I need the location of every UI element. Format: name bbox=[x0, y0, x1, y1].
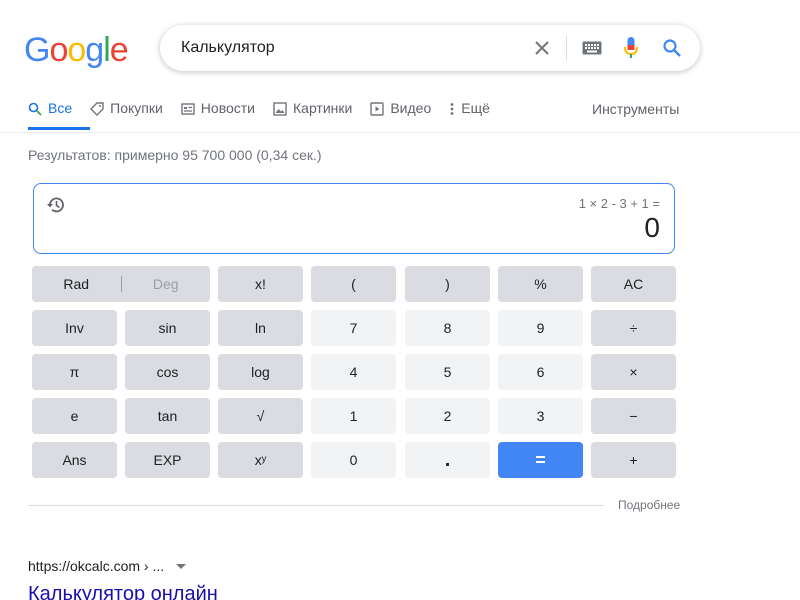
left-paren-key[interactable]: ( bbox=[311, 266, 396, 302]
deg-button[interactable]: Deg bbox=[122, 276, 211, 292]
search-tabs: Все Покупки Новости Картинки Видео Ещё bbox=[28, 100, 508, 130]
log-key[interactable]: log bbox=[218, 354, 303, 390]
decimal-key[interactable]: . bbox=[405, 442, 490, 478]
mic-icon[interactable] bbox=[620, 25, 642, 71]
more-info-link[interactable]: Подробнее bbox=[618, 498, 680, 512]
calculator-display: 1 × 2 - 3 + 1 = 0 bbox=[33, 183, 675, 254]
inv-key[interactable]: Inv bbox=[32, 310, 117, 346]
tab-images[interactable]: Картинки bbox=[273, 100, 370, 130]
digit-1-key[interactable]: 1 bbox=[311, 398, 396, 434]
tab-all[interactable]: Все bbox=[28, 100, 91, 130]
logo-letter: e bbox=[109, 31, 129, 69]
tab-video[interactable]: Видео bbox=[370, 100, 449, 130]
result-url[interactable]: https://okcalc.com › ... bbox=[28, 558, 164, 574]
clear-key[interactable]: AC bbox=[591, 266, 676, 302]
keyboard-icon[interactable] bbox=[580, 25, 604, 71]
sin-key[interactable]: sin bbox=[125, 310, 210, 346]
tab-label: Новости bbox=[200, 100, 255, 116]
search-input[interactable]: Калькулятор bbox=[181, 39, 275, 57]
logo-letter: g bbox=[85, 31, 104, 69]
plus-key[interactable]: + bbox=[591, 442, 676, 478]
digit-8-key[interactable]: 8 bbox=[405, 310, 490, 346]
clear-icon[interactable] bbox=[530, 25, 554, 71]
ln-key[interactable]: ln bbox=[218, 310, 303, 346]
percent-key[interactable]: % bbox=[498, 266, 583, 302]
header-divider bbox=[0, 132, 800, 133]
history-icon[interactable] bbox=[46, 195, 66, 215]
sqrt-key[interactable]: √ bbox=[218, 398, 303, 434]
tab-label: Картинки bbox=[293, 100, 353, 116]
multiply-key[interactable]: × bbox=[591, 354, 676, 390]
tab-label: Видео bbox=[390, 100, 432, 116]
tan-key[interactable]: tan bbox=[125, 398, 210, 434]
tab-more[interactable]: Ещё bbox=[449, 100, 508, 130]
cos-key[interactable]: cos bbox=[125, 354, 210, 390]
digit-3-key[interactable]: 3 bbox=[498, 398, 583, 434]
rad-button[interactable]: Rad bbox=[32, 276, 121, 292]
caret-down-icon[interactable] bbox=[176, 563, 187, 569]
e-key[interactable]: e bbox=[32, 398, 117, 434]
tools-button[interactable]: Инструменты bbox=[592, 101, 679, 117]
result-stats: Результатов: примерно 95 700 000 (0,34 с… bbox=[28, 147, 322, 163]
exp-key[interactable]: EXP bbox=[125, 442, 210, 478]
rad-deg-toggle[interactable]: Rad Deg bbox=[32, 266, 210, 302]
video-icon bbox=[370, 102, 385, 116]
tag-icon bbox=[90, 102, 104, 116]
tab-label: Покупки bbox=[110, 100, 163, 116]
search-icon bbox=[28, 102, 42, 116]
image-icon bbox=[273, 102, 287, 116]
google-logo[interactable]: Google bbox=[24, 31, 129, 70]
ans-key[interactable]: Ans bbox=[32, 442, 117, 478]
equals-key[interactable]: = bbox=[498, 442, 583, 478]
digit-2-key[interactable]: 2 bbox=[405, 398, 490, 434]
tab-label: Ещё bbox=[461, 100, 490, 116]
search-box[interactable]: Калькулятор bbox=[160, 25, 700, 71]
factorial-key[interactable]: x! bbox=[218, 266, 303, 302]
result-cite[interactable]: https://okcalc.com › ... bbox=[28, 558, 187, 574]
digit-4-key[interactable]: 4 bbox=[311, 354, 396, 390]
calculator-expression: 1 × 2 - 3 + 1 = bbox=[578, 196, 660, 211]
digit-5-key[interactable]: 5 bbox=[405, 354, 490, 390]
more-divider bbox=[28, 505, 604, 506]
calculator-result: 0 bbox=[644, 212, 660, 243]
searchbar-divider bbox=[566, 36, 567, 60]
logo-letter: G bbox=[24, 31, 50, 69]
tab-news[interactable]: Новости bbox=[181, 100, 273, 130]
logo-letter: o bbox=[49, 31, 68, 69]
result-title-link[interactable]: Калькулятор онлайн bbox=[28, 583, 218, 600]
power-key[interactable]: xʸ bbox=[218, 442, 303, 478]
search-icon[interactable] bbox=[660, 25, 684, 71]
digit-0-key[interactable]: 0 bbox=[311, 442, 396, 478]
right-paren-key[interactable]: ) bbox=[405, 266, 490, 302]
tab-label: Все bbox=[48, 100, 73, 116]
news-icon bbox=[181, 102, 195, 116]
pi-key[interactable]: π bbox=[32, 354, 117, 390]
digit-6-key[interactable]: 6 bbox=[498, 354, 583, 390]
minus-key[interactable]: − bbox=[591, 398, 676, 434]
logo-letter: o bbox=[67, 31, 86, 69]
digit-7-key[interactable]: 7 bbox=[311, 310, 396, 346]
divide-key[interactable]: ÷ bbox=[591, 310, 676, 346]
tab-shopping[interactable]: Покупки bbox=[90, 100, 181, 130]
digit-9-key[interactable]: 9 bbox=[498, 310, 583, 346]
more-vert-icon bbox=[449, 102, 455, 116]
